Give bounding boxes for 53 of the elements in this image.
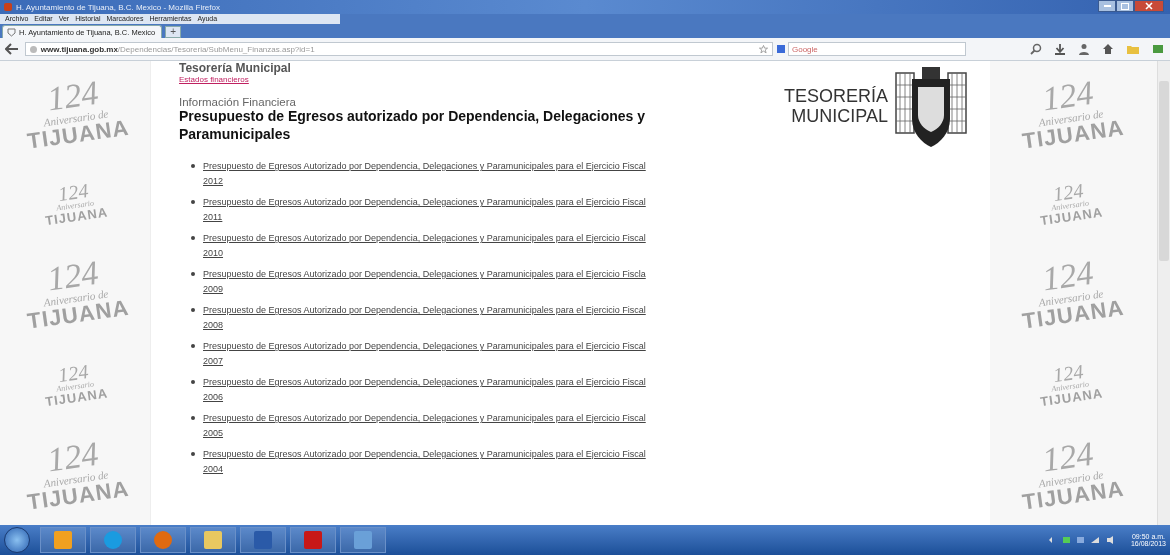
search-field[interactable]: Google bbox=[788, 42, 966, 56]
document-link[interactable]: Presupuesto de Egresos Autorizado por Dependencia, Delegaciones y Paramunicipales para el Ejercicio Fiscla 2009 bbox=[203, 267, 661, 297]
document-link[interactable]: Presupuesto de Egresos Autorizado por Dependencia, Delegaciones y Paramunicipales para el Ejercicio Fiscal 2007 bbox=[203, 339, 661, 369]
subtitle: Información Financiera bbox=[179, 96, 297, 108]
breadcrumb-link[interactable]: Estados financieros bbox=[179, 75, 249, 84]
emblem-number: 124 bbox=[1052, 180, 1085, 205]
address-field[interactable]: www.tijuana.gob.mx/Dependencias/Tesoreria/SubMenu_Finanzas.asp?id=1 bbox=[24, 42, 773, 56]
taskbar-button[interactable] bbox=[340, 527, 386, 553]
star-icon[interactable] bbox=[759, 44, 768, 54]
logo-text: MUNICIPAL bbox=[791, 107, 888, 127]
bullet-icon bbox=[191, 200, 195, 204]
shield-icon bbox=[7, 27, 16, 37]
url-text: www.tijuana.gob.mx/Dependencias/Tesoreria/SubMenu_Finanzas.asp?id=1 bbox=[40, 44, 316, 54]
page-heading: Presupuesto de Egresos autorizado por Dependencia, Delegaciones y Paramunicipales bbox=[179, 108, 647, 143]
document-link[interactable]: Presupuesto de Egresos Autorizado por Dependencia, Delegaciones y Paramunicipales para el Ejercicio Fiscal 2008 bbox=[203, 303, 661, 333]
back-button[interactable] bbox=[4, 41, 21, 57]
taskbar-button[interactable] bbox=[290, 527, 336, 553]
start-button[interactable] bbox=[4, 527, 30, 553]
taskbar-button[interactable] bbox=[40, 527, 86, 553]
emblem-number: 124 bbox=[57, 180, 90, 205]
maximize-button[interactable] bbox=[1116, 0, 1134, 12]
taskbar-button[interactable] bbox=[190, 527, 236, 553]
logo-text: TESORERÍA bbox=[783, 87, 888, 107]
bullet-icon bbox=[191, 164, 195, 168]
document-link[interactable]: Presupuesto de Egresos Autorizado por Dependencia, Delegaciones y Paramunicipales para el Ejercicio Fiscal 2004 bbox=[203, 447, 661, 477]
close-icon bbox=[1145, 2, 1153, 10]
scrollbar[interactable] bbox=[1157, 61, 1170, 525]
emblem-number: 124 bbox=[1052, 360, 1085, 385]
document-link[interactable]: Presupuesto de Egresos Autorizado por Dependencia, Delegaciones y Paramunicipales para el Ejercicio Fiscal 2010 bbox=[203, 231, 661, 261]
document-link[interactable]: Presupuesto de Egresos Autorizado por Dependencia, Delegaciones y Paramunicipales para el Ejercicio Fiscal 2011 bbox=[203, 195, 661, 225]
bullet-icon bbox=[191, 452, 195, 456]
taskbar-button[interactable] bbox=[90, 527, 136, 553]
emblem-number: 124 bbox=[57, 360, 90, 385]
document-link[interactable]: Presupuesto de Egresos Autorizado por Dependencia, Delegaciones y Paramunicipales para el Ejercicio Fiscal 2006 bbox=[203, 375, 661, 405]
search-icon[interactable] bbox=[1030, 43, 1042, 55]
taskbar-button[interactable] bbox=[240, 527, 286, 553]
bullet-icon bbox=[191, 308, 195, 312]
bullet-icon bbox=[191, 236, 195, 240]
section-title: Tesorería Municipal bbox=[179, 61, 292, 75]
bullet-icon bbox=[191, 380, 195, 384]
window-title: H. Ayuntamiento de Tijuana, B.C. Mexico - Mozilla Firefox bbox=[16, 2, 220, 12]
new-tab-button[interactable]: + bbox=[165, 26, 182, 38]
minimize-button[interactable] bbox=[1098, 0, 1116, 12]
document-link[interactable]: Presupuesto de Egresos Autorizado por Dependencia, Delegaciones y Paramunicipales para el Ejercicio Fiscal 2012 bbox=[203, 159, 661, 189]
download-icon[interactable] bbox=[1054, 43, 1066, 55]
bullet-icon bbox=[191, 344, 195, 348]
bullet-icon bbox=[191, 272, 195, 276]
close-button[interactable] bbox=[1134, 0, 1164, 12]
home-icon[interactable] bbox=[1102, 43, 1114, 55]
taskbar-button[interactable] bbox=[140, 527, 186, 553]
person-icon[interactable] bbox=[1078, 43, 1090, 55]
document-link[interactable]: Presupuesto de Egresos Autorizado por Dependencia, Delegaciones y Paramunicipales para el Ejercicio Fiscal 2005 bbox=[203, 411, 661, 441]
bullet-icon bbox=[191, 416, 195, 420]
